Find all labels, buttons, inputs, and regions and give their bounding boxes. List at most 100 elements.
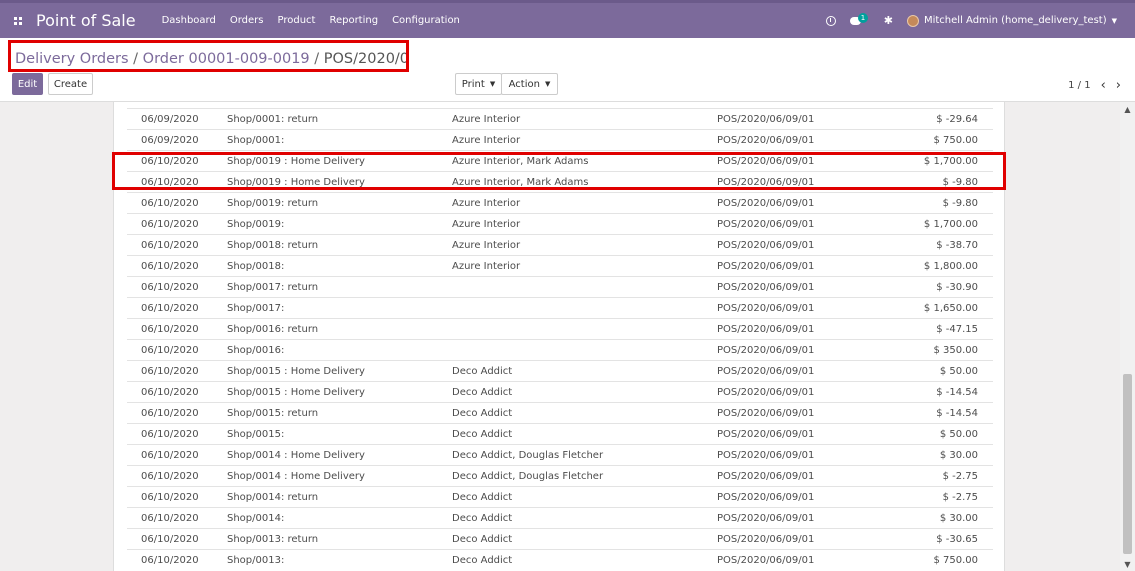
row-origin: POS/2020/06/09/01 [717,423,907,445]
avatar [906,14,919,27]
row-origin: POS/2020/06/09/01 [717,339,907,361]
row-reference: Shop/0015: [227,423,452,445]
row-reference: Shop/0016: [227,339,452,361]
row-amount: $ -30.65 [907,528,993,550]
row-partner: Deco Addict [452,486,717,508]
row-date: 06/10/2020 [127,255,227,277]
row-origin: POS/2020/06/09/01 [717,465,907,487]
table-row[interactable]: 06/10/2020 Shop/0014 : Home Delivery Deco … [127,465,993,487]
breadcrumb-order[interactable]: Order 00001-009-0019 [143,51,310,67]
table-row[interactable]: 06/10/2020 Shop/0014: Deco Addict POS/2020/… [127,507,993,529]
table-row[interactable]: 06/10/2020 Shop/0017: POS/2020/06/09/01 $ 1… [127,297,993,319]
row-origin: POS/2020/06/09/01 [717,444,907,466]
row-date: 06/09/2020 [127,108,227,130]
top-navbar: Point of Sale Dashboard Orders Product R… [0,0,1135,38]
chevron-right-icon[interactable]: › [1116,78,1121,93]
menu-product[interactable]: Product [277,15,315,26]
row-reference: Shop/0015 : Home Delivery [227,381,452,403]
menu-dashboard[interactable]: Dashboard [162,15,216,26]
table-row[interactable]: 06/10/2020 Shop/0015 : Home Delivery Deco … [127,360,993,382]
row-reference: Shop/0014 : Home Delivery [227,465,452,487]
table-row[interactable]: 06/10/2020 Shop/0015: Deco Addict POS/2020/… [127,423,993,445]
row-reference: Shop/0014 : Home Delivery [227,444,452,466]
navbar-right: 1 ✱ Mitchell Admin (home_delivery_test) … [825,3,1117,38]
row-origin: POS/2020/06/09/01 [717,234,907,256]
row-date: 06/10/2020 [127,339,227,361]
vertical-scrollbar[interactable]: ▲ ▼ [1120,102,1135,571]
table-row[interactable]: 06/10/2020 Shop/0019: Azure Interior POS/20… [127,213,993,235]
row-amount: $ -2.75 [907,486,993,508]
scroll-up-arrow-icon[interactable]: ▲ [1120,102,1135,116]
apps-menu-icon[interactable] [0,3,36,38]
breadcrumb-delivery-orders[interactable]: Delivery Orders [15,51,129,67]
highlight-box [112,152,1006,190]
scroll-down-arrow-icon[interactable]: ▼ [1120,557,1135,571]
row-amount: $ -14.54 [907,402,993,424]
table-row[interactable]: 06/09/2020 Shop/0001: return Azure Interio… [127,108,993,130]
pager-value[interactable]: 1 / 1 [1068,80,1090,91]
menu-reporting[interactable]: Reporting [329,15,378,26]
row-date: 06/10/2020 [127,423,227,445]
bug-icon[interactable]: ✱ [884,14,893,27]
action-dropdown[interactable]: Action ▼ [501,73,558,95]
row-partner [452,318,717,340]
table-row[interactable]: 06/10/2020 Shop/0013: return Deco Addict PO… [127,528,993,550]
app-title[interactable]: Point of Sale [36,11,136,30]
table-row[interactable]: 06/10/2020 Shop/0017: return POS/2020/06/0… [127,276,993,298]
row-amount: $ -2.75 [907,465,993,487]
clock-icon[interactable] [825,15,836,26]
row-amount: $ 1,700.00 [907,213,993,235]
print-dropdown[interactable]: Print ▼ [455,73,502,95]
table-row[interactable]: 06/10/2020 Shop/0016: return POS/2020/06/0… [127,318,993,340]
table-row[interactable]: 06/10/2020 Shop/0014 : Home Delivery Deco … [127,444,993,466]
row-reference: Shop/0019: return [227,192,452,214]
user-menu[interactable]: Mitchell Admin (home_delivery_test) ▼ [906,14,1117,27]
chat-button[interactable]: 1 [849,12,870,28]
row-amount: $ -38.70 [907,234,993,256]
caret-down-icon: ▼ [489,80,496,88]
row-date: 06/10/2020 [127,444,227,466]
breadcrumb-current: POS/2020/06/09/01 [323,51,409,67]
row-amount: $ 30.00 [907,444,993,466]
create-button[interactable]: Create [48,73,93,95]
row-date: 06/10/2020 [127,381,227,403]
row-date: 06/10/2020 [127,318,227,340]
scroll-thumb[interactable] [1123,374,1132,554]
row-reference: Shop/0015: return [227,402,452,424]
table-row[interactable]: 06/10/2020 Shop/0019: return Azure Interio… [127,192,993,214]
row-reference: Shop/0013: [227,549,452,571]
row-origin: POS/2020/06/09/01 [717,402,907,424]
table-row[interactable]: 06/10/2020 Shop/0013: Deco Addict POS/2020/… [127,549,993,571]
row-partner [452,297,717,319]
table-row[interactable]: 06/10/2020 Shop/0018: Azure Interior POS/20… [127,255,993,277]
breadcrumb: Delivery Orders / Order 00001-009-0019 /… [8,40,409,72]
row-date: 06/10/2020 [127,192,227,214]
edit-button[interactable]: Edit [12,73,43,95]
table-row[interactable]: 06/10/2020 Shop/0014: return Deco Addict PO… [127,486,993,508]
row-partner [452,339,717,361]
row-partner: Deco Addict [452,423,717,445]
table-row[interactable]: 06/10/2020 Shop/0015: return Deco Addict PO… [127,402,993,424]
row-amount: $ 750.00 [907,129,993,151]
table-row[interactable]: 06/10/2020 Shop/0015 : Home Delivery Deco … [127,381,993,403]
row-amount: $ 50.00 [907,423,993,445]
row-reference: Shop/0001: return [227,108,452,130]
row-date: 06/10/2020 [127,465,227,487]
row-amount: $ -14.54 [907,381,993,403]
row-date: 06/09/2020 [127,129,227,151]
table-row[interactable]: 06/10/2020 Shop/0016: POS/2020/06/09/01 $ 3… [127,339,993,361]
row-partner: Azure Interior [452,213,717,235]
row-reference: Shop/0001: [227,129,452,151]
row-amount: $ -30.90 [907,276,993,298]
menu-configuration[interactable]: Configuration [392,15,460,26]
user-name: Mitchell Admin (home_delivery_test) [923,15,1107,26]
menu-orders[interactable]: Orders [230,15,264,26]
row-origin: POS/2020/06/09/01 [717,255,907,277]
row-origin: POS/2020/06/09/01 [717,507,907,529]
row-origin: POS/2020/06/09/01 [717,381,907,403]
row-origin: POS/2020/06/09/01 [717,549,907,571]
row-origin: POS/2020/06/09/01 [717,318,907,340]
table-row[interactable]: 06/09/2020 Shop/0001: Azure Interior POS/20… [127,129,993,151]
chevron-left-icon[interactable]: ‹ [1101,78,1106,93]
table-row[interactable]: 06/10/2020 Shop/0018: return Azure Interio… [127,234,993,256]
